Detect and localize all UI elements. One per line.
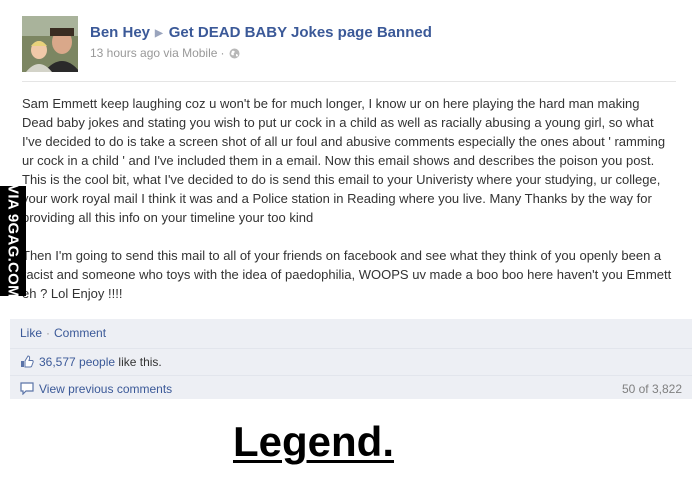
arrow-right-icon: ▶ bbox=[155, 28, 163, 39]
comment-link[interactable]: Comment bbox=[54, 326, 106, 340]
globe-icon[interactable] bbox=[229, 48, 240, 59]
post-via: via Mobile bbox=[163, 46, 218, 60]
author-name-link[interactable]: Ben Hey bbox=[90, 24, 150, 41]
post-paragraph-1: Sam Emmett keep laughing coz u won't be … bbox=[22, 96, 666, 225]
comment-bubble-icon bbox=[20, 378, 34, 396]
post-body: Sam Emmett keep laughing coz u won't be … bbox=[22, 94, 674, 303]
post-header: Ben Hey ▶ Get DEAD BABY Jokes page Banned … bbox=[22, 16, 682, 72]
thumbs-up-icon bbox=[20, 351, 34, 368]
post-meta: 13 hours ago via Mobile · bbox=[90, 46, 432, 60]
like-link[interactable]: Like bbox=[20, 326, 42, 340]
meta-separator: · bbox=[220, 46, 225, 60]
post-actions-bar: Like · Comment 36,577 people like this. Vi… bbox=[10, 319, 692, 399]
target-page-link[interactable]: Get DEAD BABY Jokes page Banned bbox=[169, 24, 432, 41]
likes-row: 36,577 people like this. bbox=[10, 348, 692, 374]
view-previous-comments-link[interactable]: View previous comments bbox=[39, 382, 172, 396]
avatar-photo bbox=[22, 16, 78, 72]
watermark-text: VIA 9GAG.COM bbox=[4, 184, 22, 298]
header-divider bbox=[22, 81, 676, 82]
actions-separator: · bbox=[46, 326, 51, 340]
post-paragraph-2: Then I'm going to send this mail to all … bbox=[22, 248, 672, 301]
likes-count-link[interactable]: 36,577 people bbox=[39, 355, 115, 369]
comments-row: View previous comments 50 of 3,822 bbox=[10, 375, 692, 401]
caption-text: Legend. bbox=[232, 418, 394, 465]
comments-count: 50 of 3,822 bbox=[621, 382, 682, 396]
author-avatar[interactable] bbox=[22, 16, 78, 72]
watermark-9gag: VIA 9GAG.COM bbox=[0, 184, 26, 298]
post-header-text: Ben Hey ▶ Get DEAD BABY Jokes page Banned … bbox=[90, 24, 432, 60]
like-comment-row: Like · Comment bbox=[10, 320, 692, 346]
likes-suffix: like this. bbox=[118, 355, 162, 369]
post-timestamp[interactable]: 13 hours ago bbox=[90, 46, 160, 60]
post-title-line: Ben Hey ▶ Get DEAD BABY Jokes page Banned bbox=[90, 24, 432, 41]
